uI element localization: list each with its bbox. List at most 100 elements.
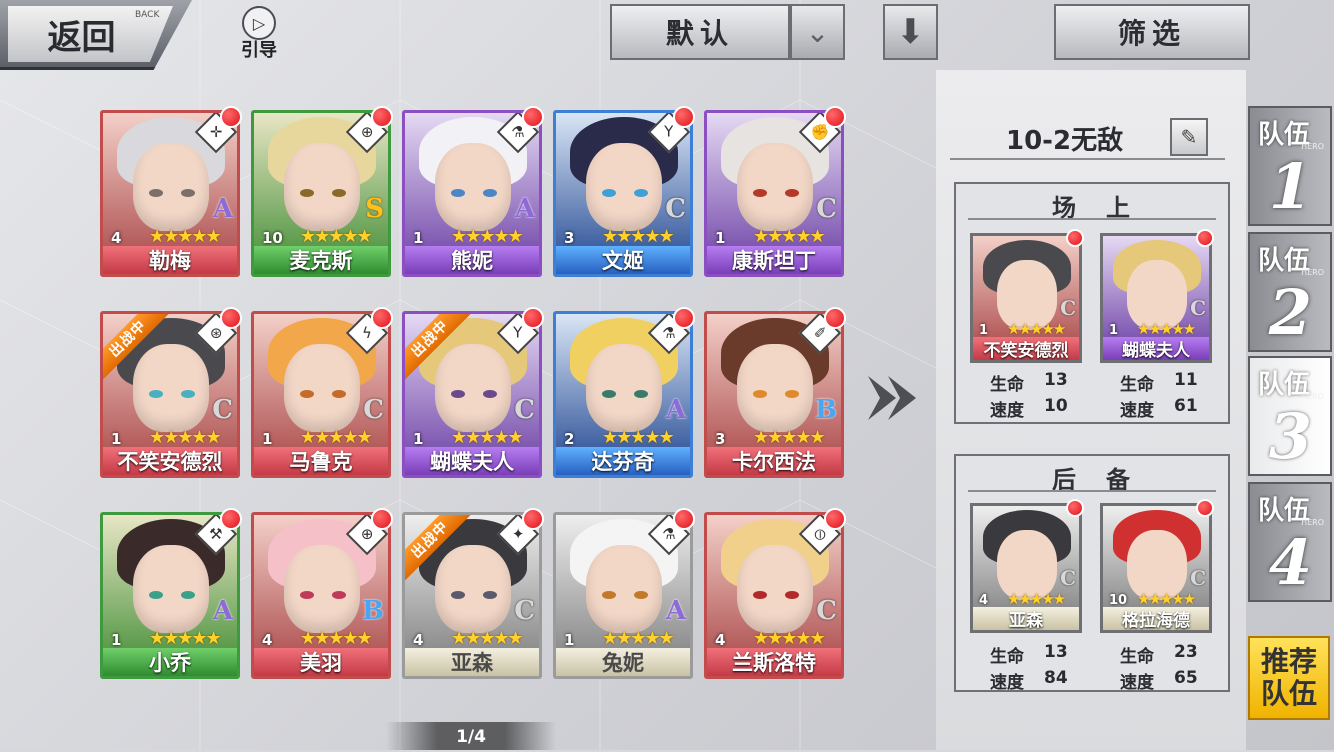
recommend-line1: 推荐 xyxy=(1260,645,1317,678)
tab-team-3[interactable]: 队伍 HERO 3 xyxy=(1248,356,1332,476)
notification-dot xyxy=(1196,229,1214,247)
divider xyxy=(968,218,1216,220)
tab-number: 3 xyxy=(1268,400,1312,473)
guide-button[interactable]: ▷ 引导 xyxy=(232,6,286,68)
star-rating: ★★★★★ xyxy=(753,226,826,247)
hero-eye xyxy=(332,591,346,599)
notification-dot xyxy=(220,106,242,128)
hero-name: 达芬奇 xyxy=(556,447,690,475)
hero-grade: C xyxy=(816,596,837,626)
star-rating: ★★★★★ xyxy=(753,427,826,448)
hero-grade: C xyxy=(665,194,686,224)
hero-card[interactable]: Y C 3 ★★★★★ 文姬 xyxy=(553,110,693,277)
notification-dot xyxy=(673,106,695,128)
hero-eye xyxy=(149,390,163,398)
speed-value: 84 xyxy=(1044,668,1068,688)
star-rating: ★★★★★ xyxy=(602,226,675,247)
hero-eye xyxy=(451,591,465,599)
hp-value: 23 xyxy=(1174,642,1198,662)
notification-dot xyxy=(824,307,846,329)
hero-grade: A xyxy=(665,395,686,425)
recommend-team-button[interactable]: 推荐 队伍 xyxy=(1248,636,1330,720)
edit-team-name-button[interactable]: ✎ xyxy=(1170,118,1208,156)
team-member-card[interactable]: C 10 ★★★★★ 格拉海德 xyxy=(1100,503,1212,633)
hp-value: 11 xyxy=(1174,370,1198,390)
hero-grade: A xyxy=(212,596,233,626)
hero-eye xyxy=(300,189,314,197)
hero-face xyxy=(737,545,813,633)
speed-label: 速度 xyxy=(990,673,1024,693)
star-rating: ★★★★★ xyxy=(149,226,222,247)
team-member-card[interactable]: C 1 ★★★★★ 不笑安德烈 xyxy=(970,233,1082,363)
hero-card[interactable]: ✐ B 3 ★★★★★ 卡尔西法 xyxy=(704,311,844,478)
hero-grade: C xyxy=(1190,566,1206,590)
notification-dot xyxy=(220,307,242,329)
hero-name: 马鲁克 xyxy=(254,447,388,475)
hero-card[interactable]: ✛ A 4 ★★★★★ 勒梅 xyxy=(100,110,240,277)
hero-grade: C xyxy=(514,395,535,425)
hero-eye xyxy=(634,390,648,398)
hero-eye xyxy=(149,591,163,599)
hero-card[interactable]: ⦶ C 4 ★★★★★ 兰斯洛特 xyxy=(704,512,844,679)
hero-face xyxy=(586,344,662,432)
hero-grade: C xyxy=(514,596,535,626)
back-label: 返回 xyxy=(47,17,116,58)
hero-card[interactable]: ⚗ A 1 ★★★★★ 熊妮 xyxy=(402,110,542,277)
team-member-card[interactable]: C 1 ★★★★★ 蝴蝶夫人 xyxy=(1100,233,1212,363)
hero-eye xyxy=(753,390,767,398)
hero-name: 小乔 xyxy=(103,648,237,676)
hero-card[interactable]: ✊ C 1 ★★★★★ 康斯坦丁 xyxy=(704,110,844,277)
hero-grade: B xyxy=(815,395,837,425)
hero-level: 1 xyxy=(564,631,575,649)
star-rating: ★★★★★ xyxy=(753,628,826,649)
star-rating: ★★★★★ xyxy=(602,427,675,448)
hero-card[interactable]: ⊛ C 1 ★★★★★ 不笑安德烈 出战中 xyxy=(100,311,240,478)
team-member-card[interactable]: C 4 ★★★★★ 亚森 xyxy=(970,503,1082,633)
hero-eye xyxy=(483,390,497,398)
star-rating: ★★★★★ xyxy=(451,226,524,247)
speed-label: 速度 xyxy=(1120,673,1154,693)
filter-button[interactable]: 筛选 xyxy=(1054,4,1250,60)
hero-face xyxy=(284,143,360,231)
hero-level: 2 xyxy=(564,430,575,448)
hero-card[interactable]: Y C 1 ★★★★★ 蝴蝶夫人 出战中 xyxy=(402,311,542,478)
hero-grade: A xyxy=(212,194,233,224)
notification-dot xyxy=(371,106,393,128)
tab-team-4[interactable]: 队伍 HERO 4 xyxy=(1248,482,1332,602)
hero-eye xyxy=(483,591,497,599)
hero-card[interactable]: ϟ C 1 ★★★★★ 马鲁克 xyxy=(251,311,391,478)
hero-name: 熊妮 xyxy=(405,246,539,274)
chevron-down-icon[interactable]: ⌄ xyxy=(790,4,845,60)
hero-eye xyxy=(181,189,195,197)
star-rating: ★★★★★ xyxy=(300,226,373,247)
sort-order-button[interactable]: ⬇ xyxy=(883,4,938,60)
hero-eye xyxy=(332,189,346,197)
hero-name: 兔妮 xyxy=(556,648,690,676)
hero-level: 4 xyxy=(262,631,273,649)
divider xyxy=(950,158,1225,160)
hero-name: 蝴蝶夫人 xyxy=(405,447,539,475)
hero-grade: C xyxy=(816,194,837,224)
recommend-line2: 队伍 xyxy=(1260,677,1317,710)
tab-team-2[interactable]: 队伍 HERO 2 xyxy=(1248,232,1332,352)
hero-eye xyxy=(602,390,616,398)
hero-eye xyxy=(300,591,314,599)
tab-team-1[interactable]: 队伍 HERO 1 xyxy=(1248,106,1332,226)
hero-card[interactable]: ⚒ A 1 ★★★★★ 小乔 xyxy=(100,512,240,679)
hero-face xyxy=(435,143,511,231)
hero-face xyxy=(284,545,360,633)
hero-name: 麦克斯 xyxy=(254,246,388,274)
hero-name: 蝴蝶夫人 xyxy=(1103,337,1209,360)
hp-label: 生命 xyxy=(990,647,1024,667)
guide-label: 引导 xyxy=(241,40,277,61)
notification-dot xyxy=(371,508,393,530)
hero-level: 1 xyxy=(715,229,726,247)
hero-card[interactable]: ⊕ S 10 ★★★★★ 麦克斯 xyxy=(251,110,391,277)
hero-eye xyxy=(332,390,346,398)
hero-card[interactable]: ⊕ B 4 ★★★★★ 美羽 xyxy=(251,512,391,679)
hero-card[interactable]: ⚗ A 1 ★★★★★ 兔妮 xyxy=(553,512,693,679)
sort-dropdown[interactable]: 默认 xyxy=(610,4,790,60)
hero-card[interactable]: ⚗ A 2 ★★★★★ 达芬奇 xyxy=(553,311,693,478)
star-rating: ★★★★★ xyxy=(451,628,524,649)
hero-card[interactable]: ✦ C 4 ★★★★★ 亚森 出战中 xyxy=(402,512,542,679)
